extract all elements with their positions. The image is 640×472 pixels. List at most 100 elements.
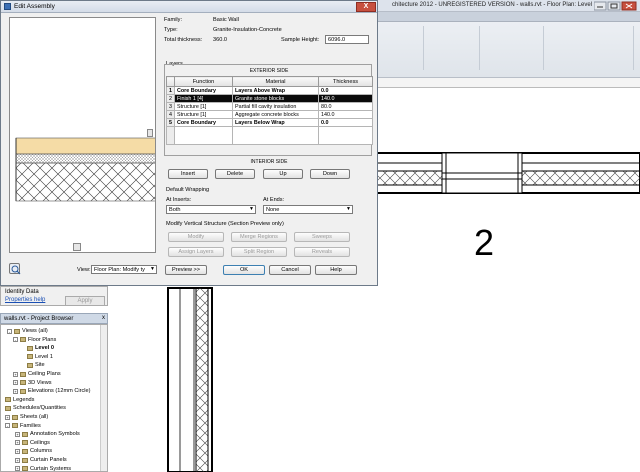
tree-item[interactable]: + Ceiling Plans (13, 370, 61, 378)
ribbon-panel[interactable] (384, 26, 424, 70)
view-select[interactable]: Floor Plan: Modify ty ▼ (91, 265, 157, 274)
project-browser-close-icon[interactable]: x (102, 315, 105, 321)
table-row-selected[interactable]: 2 Finish 1 [4] Granite stone blocks 140.… (166, 94, 373, 103)
chevron-down-icon: ▼ (150, 266, 155, 272)
minimize-icon[interactable] (594, 1, 607, 11)
tree-item[interactable]: Site (27, 361, 45, 369)
thickness-cell[interactable]: 80.0 (318, 102, 373, 111)
material-cell[interactable]: Granite stone blocks (232, 94, 319, 103)
tree-item[interactable]: + Curtain Panels (15, 456, 67, 464)
tree-item[interactable]: Level 0 (27, 344, 54, 352)
table-row-empty (166, 126, 373, 145)
material-cell[interactable]: Layers Above Wrap (232, 86, 319, 95)
sample-height-input[interactable]: 6096.0 (325, 35, 369, 44)
material-cell[interactable]: Aggregate concrete blocks (232, 110, 319, 119)
down-button[interactable]: Down (310, 169, 350, 179)
up-button[interactable]: Up (263, 169, 303, 179)
preview-button[interactable]: Preview >> (165, 265, 207, 275)
ribbon-panel[interactable] (484, 26, 544, 70)
view-tab-bar (378, 78, 640, 88)
app-icon (4, 3, 11, 10)
tree-item[interactable]: - Views (all) (7, 327, 48, 335)
preview-horizontal-scrollbar[interactable] (73, 243, 81, 251)
delete-button[interactable]: Delete (215, 169, 255, 179)
ribbon-panel[interactable] (428, 26, 480, 70)
expand-icon[interactable]: + (15, 448, 20, 454)
project-browser-scrollbar[interactable] (100, 325, 107, 471)
folder-icon (22, 466, 28, 471)
at-inserts-select[interactable]: Both ▼ (166, 205, 256, 214)
sweeps-button[interactable]: Sweeps (294, 232, 350, 242)
collapse-icon[interactable]: - (7, 328, 12, 334)
tree-item[interactable]: - Floor Plans (13, 336, 56, 344)
function-cell[interactable]: Finish 1 [4] (174, 94, 233, 103)
table-row[interactable]: 3 Structure [1] Partial fill cavity insu… (166, 102, 373, 111)
column-header-function[interactable]: Function (174, 76, 233, 87)
expand-icon[interactable]: + (15, 431, 20, 437)
dialog-titlebar[interactable]: Edit Assembly X (1, 1, 377, 13)
tree-item-label: Ceilings (30, 439, 50, 446)
family-value: Basic Wall (213, 17, 239, 23)
tree-item[interactable]: - Families (5, 422, 41, 430)
material-cell[interactable]: Partial fill cavity insulation (232, 102, 319, 111)
table-row[interactable]: 5 Core Boundary Layers Below Wrap 0.0 (166, 118, 373, 127)
tree-item[interactable]: Level 1 (27, 353, 53, 361)
tree-item[interactable]: + Ceilings (15, 439, 50, 447)
tree-item[interactable]: +3D Views (13, 379, 52, 387)
tree-item[interactable]: Legends (5, 396, 34, 404)
expand-icon[interactable]: + (15, 466, 20, 471)
expand-icon[interactable]: + (13, 380, 18, 386)
function-cell[interactable]: Core Boundary (174, 86, 233, 95)
thickness-cell[interactable]: 140.0 (318, 94, 373, 103)
expand-icon[interactable]: + (5, 414, 10, 420)
table-row[interactable]: 4 Structure [1] Aggregate concrete block… (166, 110, 373, 119)
tree-item[interactable]: Schedules/Quantities (5, 404, 66, 412)
folder-icon (27, 362, 33, 368)
material-cell[interactable]: Layers Below Wrap (232, 118, 319, 127)
insert-button[interactable]: Insert (168, 169, 208, 179)
merge-regions-button[interactable]: Merge Regions (231, 232, 287, 242)
preview-vertical-scrollbar[interactable] (147, 129, 153, 137)
expand-icon[interactable]: + (15, 440, 20, 446)
tree-item[interactable]: + Sheets (all) (5, 413, 48, 421)
cancel-button[interactable]: Cancel (269, 265, 311, 275)
split-region-button[interactable]: Split Region (231, 247, 287, 257)
collapse-icon[interactable]: - (13, 337, 18, 343)
default-wrapping-label: Default Wrapping (166, 187, 210, 193)
ok-button[interactable]: OK (223, 265, 265, 275)
properties-help-link[interactable]: Properties help (5, 297, 45, 303)
tree-item[interactable]: + Elevations (12mm Circle) (13, 387, 90, 395)
expand-icon[interactable]: + (15, 457, 20, 463)
function-cell[interactable]: Structure [1] (174, 102, 233, 111)
assign-layers-button[interactable]: Assign Layers (168, 247, 224, 257)
expand-icon[interactable]: + (13, 388, 18, 394)
table-row[interactable]: 1 Core Boundary Layers Above Wrap 0.0 (166, 86, 373, 95)
ribbon-panel[interactable] (548, 26, 634, 70)
function-cell[interactable]: Core Boundary (174, 118, 233, 127)
expand-icon[interactable]: + (13, 371, 18, 377)
thickness-cell[interactable]: 0.0 (318, 118, 373, 127)
modify-button[interactable]: Modify (168, 232, 224, 242)
wall-horizontal[interactable] (375, 152, 640, 194)
reveals-button[interactable]: Reveals (294, 247, 350, 257)
tree-item[interactable]: + Columns (15, 447, 52, 455)
tree-item[interactable]: + Annotation Symbols (15, 430, 80, 438)
column-header-thickness[interactable]: Thickness (318, 76, 373, 87)
maximize-icon[interactable] (607, 1, 621, 11)
at-ends-select[interactable]: None ▼ (263, 205, 353, 214)
help-button[interactable]: Help (315, 265, 357, 275)
function-cell[interactable]: Structure [1] (174, 110, 233, 119)
column-header-material[interactable]: Material (232, 76, 319, 87)
collapse-icon[interactable]: - (5, 423, 10, 429)
row-number: 3 (166, 102, 175, 111)
apply-button[interactable]: Apply (65, 296, 105, 306)
tree-item[interactable]: + Curtain Systems (15, 465, 71, 471)
wall-vertical[interactable] (167, 287, 213, 472)
section-preview-pane[interactable] (9, 17, 157, 253)
thickness-cell[interactable]: 140.0 (318, 110, 373, 119)
project-browser-tree: - Views (all) - Floor Plans Level 0 Level 1 Si… (0, 324, 108, 472)
type-value: Granite-Insulation-Concrete (213, 27, 282, 33)
zoom-fit-icon[interactable] (9, 263, 21, 275)
dialog-close-button[interactable]: X (356, 2, 376, 12)
thickness-cell[interactable]: 0.0 (318, 86, 373, 95)
